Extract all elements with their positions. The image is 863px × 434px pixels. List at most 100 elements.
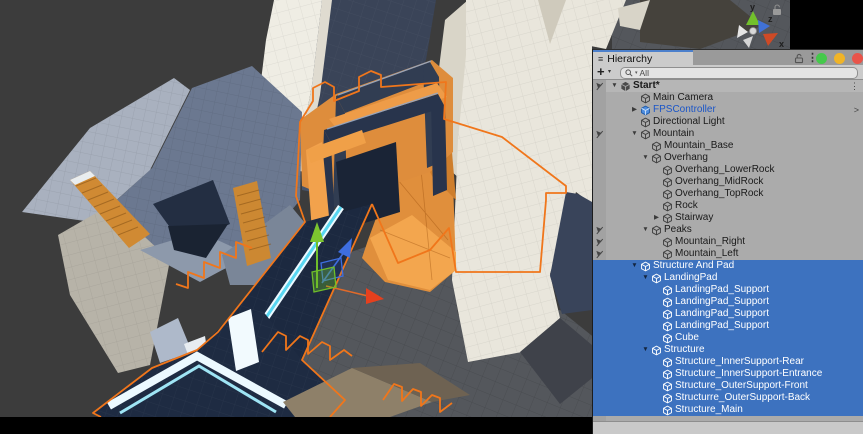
hierarchy-row[interactable]: LandingPad_Support bbox=[593, 308, 863, 320]
hierarchy-row[interactable]: Structure_InnerSupport-Rear bbox=[593, 356, 863, 368]
hierarchy-row-label: Mountain_Left bbox=[675, 249, 738, 259]
expand-arrow-icon[interactable]: ▼ bbox=[609, 83, 620, 90]
picking-toggle[interactable] bbox=[593, 248, 606, 260]
gizmo-plane-handle bbox=[312, 267, 336, 292]
expand-arrow-icon[interactable]: ▼ bbox=[640, 275, 651, 282]
gameobject-icon bbox=[640, 261, 653, 272]
picking-toggle[interactable] bbox=[593, 380, 606, 392]
hierarchy-row-label: Structure bbox=[664, 345, 705, 355]
hierarchy-row-label: Mountain_Right bbox=[675, 237, 745, 247]
hierarchy-row[interactable]: ▼ Start* ⋮ bbox=[593, 80, 863, 92]
hierarchy-row-label: LandingPad_Support bbox=[675, 309, 769, 319]
hierarchy-row[interactable]: Mountain_Right bbox=[593, 236, 863, 248]
expand-arrow-icon[interactable]: ▼ bbox=[640, 347, 651, 354]
hierarchy-row[interactable]: Mountain_Left bbox=[593, 248, 863, 260]
picking-toggle[interactable] bbox=[593, 320, 606, 332]
picking-toggle[interactable] bbox=[593, 332, 606, 344]
search-input[interactable]: ▾ All bbox=[620, 67, 858, 79]
hierarchy-row[interactable]: ▶ FPSController > bbox=[593, 104, 863, 116]
add-object-button[interactable]: + bbox=[597, 65, 605, 79]
picking-toggle[interactable] bbox=[593, 140, 606, 152]
picking-toggle[interactable] bbox=[593, 236, 606, 248]
picking-toggle[interactable] bbox=[593, 308, 606, 320]
panel-bottom-strip bbox=[593, 421, 863, 434]
gameobject-icon bbox=[662, 249, 675, 260]
gameobject-icon bbox=[662, 333, 675, 344]
hierarchy-icon: ≡ bbox=[598, 55, 603, 64]
window-dot-red[interactable] bbox=[852, 53, 863, 64]
hierarchy-row-label: Structure_OuterSupport-Front bbox=[675, 381, 808, 391]
picking-toggle[interactable] bbox=[593, 344, 606, 356]
picking-toggle[interactable] bbox=[593, 260, 606, 272]
hierarchy-row-label: Structure_InnerSupport-Entrance bbox=[675, 369, 822, 379]
hierarchy-row[interactable]: ▼ Overhang bbox=[593, 152, 863, 164]
gameobject-icon bbox=[640, 129, 653, 140]
window-dot-green[interactable] bbox=[816, 53, 827, 64]
hierarchy-row[interactable]: ▶ Stairway bbox=[593, 212, 863, 224]
expand-arrow-icon[interactable]: ▶ bbox=[651, 215, 662, 222]
picking-toggle[interactable] bbox=[593, 284, 606, 296]
picking-toggle[interactable] bbox=[593, 104, 606, 116]
tab-hierarchy[interactable]: ≡ Hierarchy bbox=[593, 50, 693, 66]
expand-arrow-icon[interactable]: ▼ bbox=[640, 155, 651, 162]
gameobject-icon bbox=[662, 165, 675, 176]
picking-toggle[interactable] bbox=[593, 368, 606, 380]
hierarchy-row[interactable]: Structure_OuterSupport-Front bbox=[593, 380, 863, 392]
picking-toggle[interactable] bbox=[593, 92, 606, 104]
hierarchy-row[interactable]: Overhang_TopRock bbox=[593, 188, 863, 200]
hierarchy-row[interactable]: Mountain_Base bbox=[593, 140, 863, 152]
hierarchy-row[interactable]: Structure_Main bbox=[593, 404, 863, 416]
picking-toggle[interactable] bbox=[593, 164, 606, 176]
picking-toggle[interactable] bbox=[593, 272, 606, 284]
picking-toggle[interactable] bbox=[593, 200, 606, 212]
hierarchy-row[interactable]: LandingPad_Support bbox=[593, 284, 863, 296]
picking-toggle[interactable] bbox=[593, 188, 606, 200]
picking-toggle[interactable] bbox=[593, 116, 606, 128]
expand-arrow-icon[interactable]: ▼ bbox=[629, 263, 640, 270]
hierarchy-row[interactable]: Overhang_LowerRock bbox=[593, 164, 863, 176]
picking-toggle[interactable] bbox=[593, 80, 606, 92]
hierarchy-row-label: LandingPad_Support bbox=[675, 321, 769, 331]
hierarchy-row[interactable]: ▼ Structure bbox=[593, 344, 863, 356]
gizmo-center bbox=[750, 28, 757, 35]
prefab-open-chevron[interactable]: > bbox=[854, 104, 859, 116]
hierarchy-row[interactable]: Structure_InnerSupport-Entrance bbox=[593, 368, 863, 380]
picking-toggle[interactable] bbox=[593, 212, 606, 224]
expand-arrow-icon[interactable]: ▼ bbox=[640, 227, 651, 234]
add-object-caret-icon[interactable]: ▾ bbox=[608, 68, 611, 75]
hierarchy-row[interactable]: ▼ Mountain bbox=[593, 128, 863, 140]
hierarchy-row[interactable]: Overhang_MidRock bbox=[593, 176, 863, 188]
hierarchy-panel: ≡ Hierarchy ⋮ + ▾ ▾ All ▼ Start* ⋮ Main … bbox=[592, 49, 863, 434]
search-filter-caret-icon[interactable]: ▾ bbox=[635, 70, 638, 76]
search-value: All bbox=[640, 68, 649, 78]
picking-toggle[interactable] bbox=[593, 224, 606, 236]
hierarchy-row[interactable]: Cube bbox=[593, 332, 863, 344]
hierarchy-row[interactable]: Main Camera bbox=[593, 92, 863, 104]
picking-toggle[interactable] bbox=[593, 356, 606, 368]
hierarchy-row[interactable]: ▼ Peaks bbox=[593, 224, 863, 236]
hierarchy-row[interactable]: LandingPad_Support bbox=[593, 296, 863, 308]
hierarchy-row-label: Stairway bbox=[675, 213, 713, 223]
window-dot-yellow[interactable] bbox=[834, 53, 845, 64]
picking-toggle[interactable] bbox=[593, 296, 606, 308]
hierarchy-row-label: Structurre_OuterSupport-Back bbox=[675, 393, 810, 403]
picking-toggle[interactable] bbox=[593, 404, 606, 416]
hierarchy-row[interactable]: ▼ LandingPad bbox=[593, 272, 863, 284]
expand-arrow-icon[interactable]: ▼ bbox=[629, 131, 640, 138]
hierarchy-row[interactable]: Rock bbox=[593, 200, 863, 212]
picking-toggle[interactable] bbox=[593, 128, 606, 140]
expand-arrow-icon[interactable]: ▶ bbox=[629, 107, 640, 114]
hierarchy-row[interactable]: Directional Light bbox=[593, 116, 863, 128]
hierarchy-row[interactable]: LandingPad_Support bbox=[593, 320, 863, 332]
row-menu-icon[interactable]: ⋮ bbox=[850, 80, 859, 92]
gameobject-icon bbox=[662, 381, 675, 392]
hierarchy-row[interactable]: ▼ Structure And Pad bbox=[593, 260, 863, 272]
gameobject-icon bbox=[640, 117, 653, 128]
picking-toggle[interactable] bbox=[593, 152, 606, 164]
gameobject-icon bbox=[662, 297, 675, 308]
hierarchy-row[interactable]: Structurre_OuterSupport-Back bbox=[593, 392, 863, 404]
hierarchy-row-label: Peaks bbox=[664, 225, 692, 235]
picking-toggle[interactable] bbox=[593, 176, 606, 188]
gameobject-icon bbox=[662, 189, 675, 200]
picking-toggle[interactable] bbox=[593, 392, 606, 404]
